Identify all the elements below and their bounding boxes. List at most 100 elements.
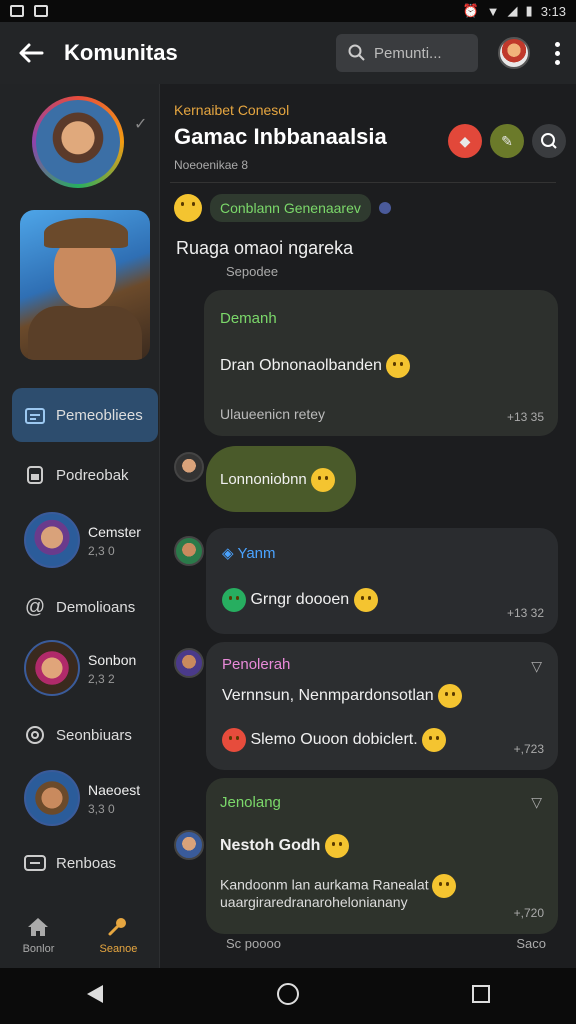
sidebar-item-3[interactable]: Seonbiuars <box>12 724 158 746</box>
chevron-down-icon[interactable]: ▽ <box>531 794 542 811</box>
notification-icon <box>10 5 24 17</box>
tab-label: Bonlor <box>22 943 55 955</box>
footer-left: Sc poooo <box>226 936 281 951</box>
chat-footer: Sc poooo Saco <box>226 936 546 951</box>
avatar[interactable] <box>174 830 204 860</box>
sidebar-item-4[interactable]: Renboas <box>12 852 158 874</box>
message-bubble[interactable]: Demanh Dran Obnonaolbanden Ulaueenicn re… <box>204 290 558 436</box>
user-count: 2,3 0 <box>88 544 115 558</box>
group-kicker: Kernaibet Conesol <box>174 102 290 118</box>
nav-home-button[interactable] <box>276 982 300 1011</box>
clock-text: 3:13 <box>540 3 566 19</box>
chat-search-icon[interactable] <box>532 124 566 158</box>
user-name: Naeoest <box>88 782 141 798</box>
sidebar-item-1[interactable]: Podreobak <box>12 464 158 486</box>
group-actions: ◆ ✎ <box>448 124 566 158</box>
game-cover-image[interactable] <box>20 210 150 360</box>
chevron-down-icon[interactable]: ▽ <box>531 658 542 675</box>
footer-right: Saco <box>516 936 546 951</box>
message-time: +,720 <box>513 906 544 920</box>
sidebar-item-label: Pemeobliees <box>56 406 143 424</box>
app-bar: Komunitas Pemunti... <box>0 22 576 84</box>
nav-recents-button[interactable] <box>471 984 491 1009</box>
edit-icon[interactable]: ✎ <box>490 124 524 158</box>
system-nav-bar <box>0 968 576 1024</box>
lock-icon <box>24 464 46 486</box>
battery-icon: ▮ <box>525 3 533 18</box>
avatar <box>24 640 80 696</box>
smiley-icon <box>174 194 202 222</box>
message-bubble[interactable]: Penolerah ▽ Vernnsun, Nenmpardonsotlan S… <box>206 642 558 770</box>
user-count: 2,3 2 <box>88 672 115 686</box>
recents-square-icon <box>471 984 490 1003</box>
sidebar-user-0[interactable]: Cemster 2,3 0 <box>24 512 141 568</box>
sidebar-bottom-tabs: Bonlor Seanoe <box>0 904 160 968</box>
pinned-row[interactable]: Conblann Genenaarev <box>174 194 391 222</box>
sidebar-item-label: Demolioans <box>56 598 136 616</box>
smiley-icon <box>438 684 463 708</box>
message-author: Jenolang <box>220 794 281 811</box>
arrow-left-icon <box>19 43 44 63</box>
group-subtitle: Noeoenikae 8 <box>174 158 249 172</box>
topic-subtitle: Sepodee <box>226 264 279 279</box>
more-menu-icon[interactable] <box>552 41 562 65</box>
home-circle-icon <box>276 982 299 1005</box>
community-avatar[interactable] <box>32 96 124 188</box>
back-triangle-icon <box>87 984 104 1003</box>
screen-icon <box>24 852 46 874</box>
message-footer: Ulaueenicn retey <box>220 406 326 422</box>
folder-icon <box>24 404 46 426</box>
message-author: Demanh <box>220 310 277 327</box>
sidebar-user-2[interactable]: Naeoest 3,3 0 <box>24 770 140 826</box>
chat-panel: Kernaibet Conesol Gamac Inbbanaalsia Noe… <box>160 84 576 968</box>
user-name: Cemster <box>88 524 141 540</box>
divider <box>170 182 556 183</box>
smiley-icon <box>422 728 447 752</box>
group-header: Kernaibet Conesol Gamac Inbbanaalsia Noe… <box>174 102 566 172</box>
smiley-icon <box>386 354 411 378</box>
message-time: +13 35 <box>506 410 544 424</box>
user-count: 3,3 0 <box>88 802 115 816</box>
search-input[interactable]: Pemunti... <box>336 34 478 72</box>
sidebar-item-2[interactable]: @ Demolioans <box>12 596 158 618</box>
pinned-label: Conblann Genenaarev <box>210 194 371 222</box>
back-button[interactable] <box>14 36 48 70</box>
sidebar-item-label: Seonbiuars <box>56 726 132 744</box>
message-bubble[interactable]: Lonnoniobnn <box>206 446 356 512</box>
tab-home[interactable]: Bonlor <box>22 917 55 955</box>
alarm-icon: ⏰ <box>462 3 479 18</box>
fire-icon[interactable]: ◆ <box>448 124 482 158</box>
message-bubble[interactable]: Jenolang ▽ Nestoh Godh Kandoonm lan aurk… <box>206 778 558 934</box>
smiley-icon <box>222 588 246 612</box>
user-name: Sonbon <box>88 652 137 668</box>
sidebar-item-0[interactable]: Pemeobliees <box>12 388 158 442</box>
sidebar: ✓ Pemeobliees Podreobak Cemster 2,3 0 @ D… <box>0 84 160 968</box>
message-bubble[interactable]: ◈ Yanm Grngr doooen +13 32 <box>206 528 558 634</box>
wrench-icon <box>108 918 127 936</box>
tab-label: Seanoe <box>99 943 138 955</box>
smiley-icon <box>432 874 457 898</box>
message-text: Vernnsun, Nenmpardonsotlan <box>222 684 463 708</box>
avatar[interactable] <box>174 536 204 566</box>
image-icon <box>34 5 48 17</box>
avatar[interactable] <box>174 452 204 482</box>
check-icon: ✓ <box>134 116 148 133</box>
avatar[interactable] <box>174 648 204 678</box>
message-time: +13 32 <box>506 606 544 620</box>
sidebar-user-1[interactable]: Sonbon 2,3 2 <box>24 640 136 696</box>
message-text: Nestoh Godh <box>220 834 349 858</box>
message-author: ◈ Yanm <box>222 545 276 562</box>
status-bar: ⏰ ▼ ◢ ▮ 3:13 <box>0 0 576 22</box>
nav-back-button[interactable] <box>85 983 105 1010</box>
avatar <box>24 770 80 826</box>
message-time: +,723 <box>513 742 544 756</box>
page-title: Komunitas <box>64 40 178 65</box>
sidebar-item-label: Renboas <box>56 854 117 872</box>
tab-settings[interactable]: Seanoe <box>99 917 137 955</box>
smiley-icon <box>353 588 378 612</box>
wifi-icon: ▼ <box>486 3 500 19</box>
signal-icon: ◢ <box>507 3 518 18</box>
smiley-icon <box>324 834 349 858</box>
profile-avatar[interactable] <box>498 37 530 69</box>
message-text-2: Slemo Ouoon dobiclert. <box>222 728 447 752</box>
